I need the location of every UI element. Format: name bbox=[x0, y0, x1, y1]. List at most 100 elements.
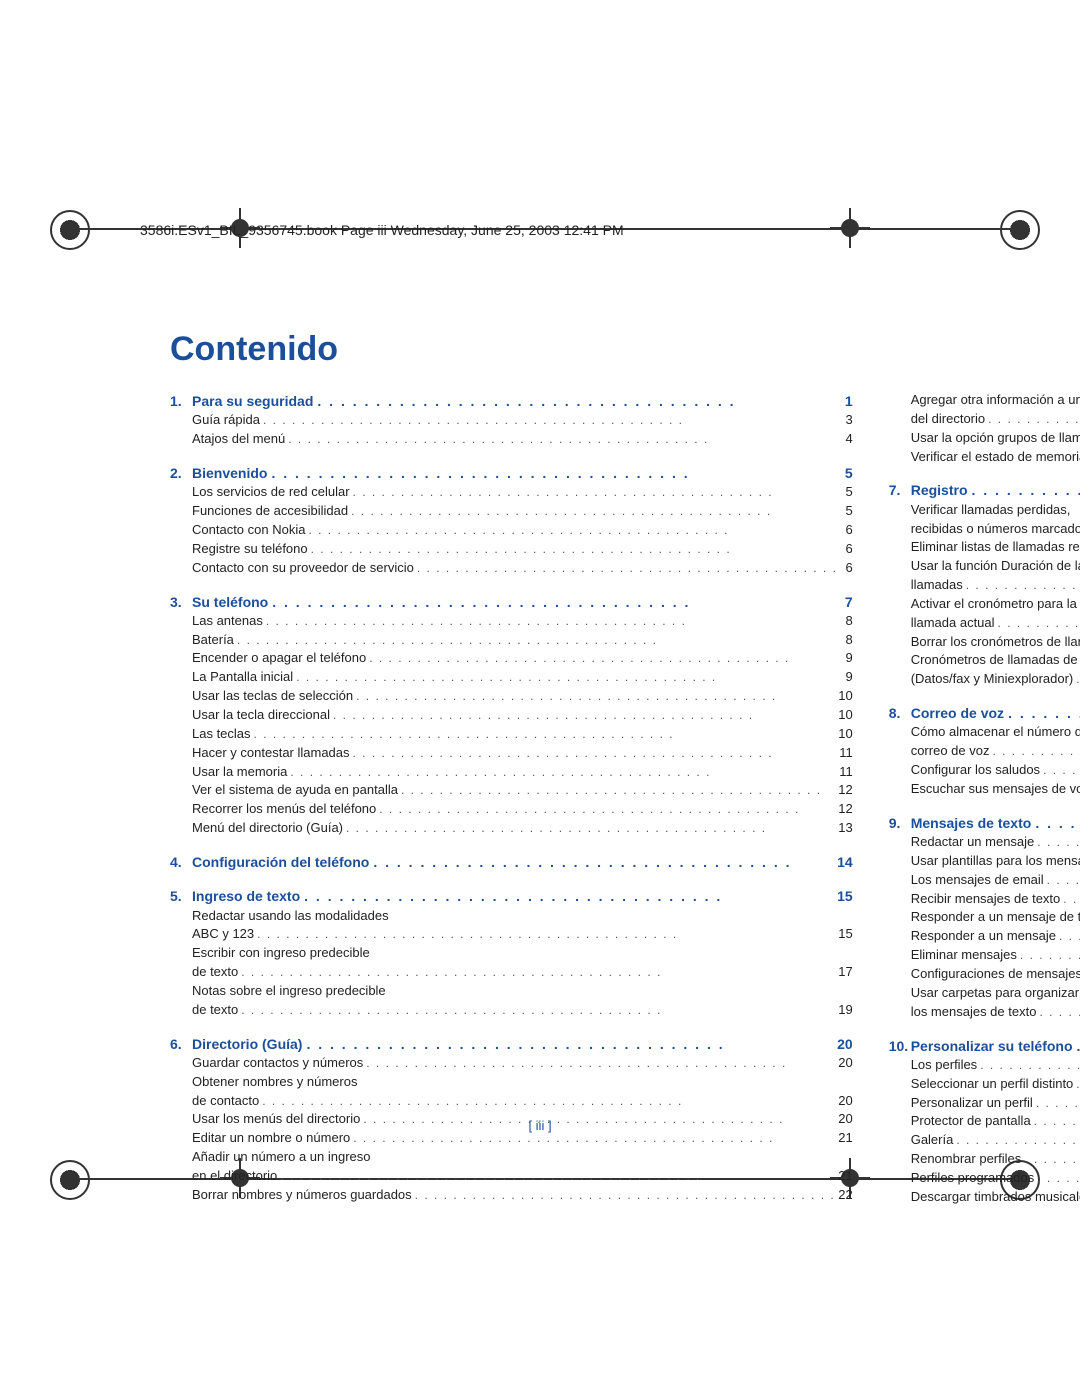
toc-section-heading[interactable]: 6.Directorio (Guía)20 bbox=[170, 1034, 853, 1054]
toc-entry[interactable]: Hacer y contestar llamadas11 bbox=[170, 744, 853, 763]
toc-entry[interactable]: Los perfiles37 bbox=[889, 1056, 1080, 1075]
toc-entry[interactable]: Usar las teclas de selección10 bbox=[170, 687, 853, 706]
entry-page: 11 bbox=[839, 763, 853, 782]
leader-dots bbox=[353, 1129, 835, 1148]
leader-dots bbox=[1077, 1036, 1080, 1056]
toc-entry[interactable]: de texto19 bbox=[170, 1001, 853, 1020]
entry-page: 12 bbox=[838, 800, 852, 819]
toc-entry[interactable]: Las antenas8 bbox=[170, 612, 853, 631]
leader-dots bbox=[353, 744, 837, 763]
toc-entry[interactable]: Editar un nombre o número21 bbox=[170, 1129, 853, 1148]
entry-label: Redactar un mensaje bbox=[911, 833, 1035, 852]
toc-entry[interactable]: recibidas o números marcados25 bbox=[889, 520, 1080, 539]
toc-entry[interactable]: La Pantalla inicial9 bbox=[170, 668, 853, 687]
toc-section-heading[interactable]: 9.Mensajes de texto30 bbox=[889, 813, 1080, 833]
toc-entry[interactable]: Guía rápida3 bbox=[170, 411, 853, 430]
toc-entry[interactable]: Contacto con Nokia6 bbox=[170, 521, 853, 540]
entry-label: Configuraciones de mensajes bbox=[911, 965, 1080, 984]
leader-dots bbox=[992, 742, 1080, 761]
toc-section-heading[interactable]: 5.Ingreso de texto15 bbox=[170, 886, 853, 906]
toc-entry[interactable]: Las teclas10 bbox=[170, 725, 853, 744]
toc-entry[interactable]: Verificar el estado de memoria24 bbox=[889, 448, 1080, 467]
entry-page: 9 bbox=[845, 668, 852, 687]
leader-dots bbox=[306, 1034, 833, 1054]
entry-label: ABC y 123 bbox=[192, 925, 254, 944]
toc-section-heading[interactable]: 8.Correo de voz29 bbox=[889, 703, 1080, 723]
toc-entry[interactable]: Menú del directorio (Guía)13 bbox=[170, 819, 853, 838]
toc-entry[interactable]: llamada actual27 bbox=[889, 614, 1080, 633]
section-page: 7 bbox=[845, 592, 853, 612]
leader-dots bbox=[415, 1186, 836, 1205]
toc-entry[interactable]: Borrar nombres y números guardados22 bbox=[170, 1186, 853, 1205]
entry-label: Los mensajes de email bbox=[911, 871, 1044, 890]
toc-entry[interactable]: llamadas26 bbox=[889, 576, 1080, 595]
toc-entry[interactable]: del directorio23 bbox=[889, 410, 1080, 429]
toc-entry[interactable]: Redactar un mensaje30 bbox=[889, 833, 1080, 852]
toc-entry[interactable]: Protector de pantalla39 bbox=[889, 1112, 1080, 1131]
toc-entry-continuation: Escribir con ingreso predecible bbox=[170, 944, 853, 963]
entry-label: Usar los menús del directorio bbox=[192, 1110, 360, 1129]
toc-section-heading[interactable]: 3.Su teléfono7 bbox=[170, 592, 853, 612]
section-number: 9. bbox=[889, 813, 911, 833]
entry-label: Contacto con Nokia bbox=[192, 521, 305, 540]
toc-entry-continuation: Usar la función Duración de las bbox=[889, 557, 1080, 576]
toc-entry[interactable]: Galería39 bbox=[889, 1131, 1080, 1150]
toc-entry-continuation: Obtener nombres y números bbox=[170, 1073, 853, 1092]
toc-entry[interactable]: Configuraciones de mensajes35 bbox=[889, 965, 1080, 984]
toc-entry[interactable]: Borrar los cronómetros de llamadas27 bbox=[889, 633, 1080, 652]
toc-entry[interactable]: en el directorio21 bbox=[170, 1167, 853, 1186]
toc-section-heading[interactable]: 7.Registro25 bbox=[889, 480, 1080, 500]
entry-label: correo de voz bbox=[911, 742, 990, 761]
toc-entry[interactable]: Atajos del menú4 bbox=[170, 430, 853, 449]
toc-entry[interactable]: Recorrer los menús del teléfono12 bbox=[170, 800, 853, 819]
toc-entry[interactable]: Batería8 bbox=[170, 631, 853, 650]
toc-entry[interactable]: Renombrar perfiles40 bbox=[889, 1150, 1080, 1169]
toc-section-heading[interactable]: 2.Bienvenido5 bbox=[170, 463, 853, 483]
leader-dots bbox=[304, 886, 833, 906]
toc-entry[interactable]: Seleccionar un perfil distinto37 bbox=[889, 1075, 1080, 1094]
toc-entry[interactable]: Guardar contactos y números20 bbox=[170, 1054, 853, 1073]
entry-label: Responder a un mensaje de texto bbox=[911, 908, 1080, 927]
entry-label: Eliminar listas de llamadas recientes bbox=[911, 538, 1080, 557]
toc-entry[interactable]: ABC y 12315 bbox=[170, 925, 853, 944]
toc-entry[interactable]: Usar la opción grupos de llamantes23 bbox=[889, 429, 1080, 448]
toc-entry[interactable]: Recibir mensajes de texto33 bbox=[889, 890, 1080, 909]
entry-label: Escuchar sus mensajes de voz bbox=[911, 780, 1080, 799]
toc-entry[interactable]: Eliminar mensajes34 bbox=[889, 946, 1080, 965]
toc-entry[interactable]: Descargar timbrados musicales42 bbox=[889, 1188, 1080, 1207]
toc-entry[interactable]: Ver el sistema de ayuda en pantalla12 bbox=[170, 781, 853, 800]
leader-dots bbox=[363, 1110, 835, 1129]
toc-entry[interactable]: correo de voz29 bbox=[889, 742, 1080, 761]
toc-entry[interactable]: Contacto con su proveedor de servicio6 bbox=[170, 559, 853, 578]
toc-column-left: 1.Para su seguridad1Guía rápida3Atajos d… bbox=[170, 391, 853, 1207]
toc-section-heading[interactable]: 10.Personalizar su teléfono37 bbox=[889, 1036, 1080, 1056]
toc-section-heading[interactable]: 1.Para su seguridad1 bbox=[170, 391, 853, 411]
toc-entry[interactable]: Personalizar un perfil37 bbox=[889, 1094, 1080, 1113]
toc-entry[interactable]: Usar la tecla direccional10 bbox=[170, 706, 853, 725]
toc-entry[interactable]: Registre su teléfono6 bbox=[170, 540, 853, 559]
toc-entry[interactable]: Funciones de accesibilidad5 bbox=[170, 502, 853, 521]
toc-entry[interactable]: Usar los menús del directorio20 bbox=[170, 1110, 853, 1129]
toc-entry[interactable]: Usar la memoria11 bbox=[170, 763, 853, 782]
toc-entry[interactable]: los mensajes de texto36 bbox=[889, 1003, 1080, 1022]
toc-entry[interactable]: (Datos/fax y Miniexplorador)27 bbox=[889, 670, 1080, 689]
toc-entry-continuation: Usar carpetas para organizar bbox=[889, 984, 1080, 1003]
leader-dots bbox=[272, 592, 841, 612]
toc-section-heading[interactable]: 4.Configuración del teléfono14 bbox=[170, 852, 853, 872]
toc-entry[interactable]: Eliminar listas de llamadas recientes26 bbox=[889, 538, 1080, 557]
toc-entry[interactable]: Encender o apagar el teléfono9 bbox=[170, 649, 853, 668]
toc-entry[interactable]: Los servicios de red celular5 bbox=[170, 483, 853, 502]
toc-entry[interactable]: Usar plantillas para los mensajes31 bbox=[889, 852, 1080, 871]
leader-dots bbox=[980, 1056, 1080, 1075]
toc-entry[interactable]: de contacto20 bbox=[170, 1092, 853, 1111]
leader-dots bbox=[1043, 761, 1080, 780]
toc-entry[interactable]: Escuchar sus mensajes de voz29 bbox=[889, 780, 1080, 799]
entry-page: 10 bbox=[838, 706, 852, 725]
toc-entry[interactable]: de texto17 bbox=[170, 963, 853, 982]
toc-entry[interactable]: Responder a un mensaje33 bbox=[889, 927, 1080, 946]
toc-entry[interactable]: Perfiles programados41 bbox=[889, 1169, 1080, 1188]
page-title: Contenido bbox=[170, 330, 910, 369]
toc-entry[interactable]: Configurar los saludos29 bbox=[889, 761, 1080, 780]
toc-entry[interactable]: Los mensajes de email32 bbox=[889, 871, 1080, 890]
toc-entry[interactable]: Responder a un mensaje de texto33 bbox=[889, 908, 1080, 927]
